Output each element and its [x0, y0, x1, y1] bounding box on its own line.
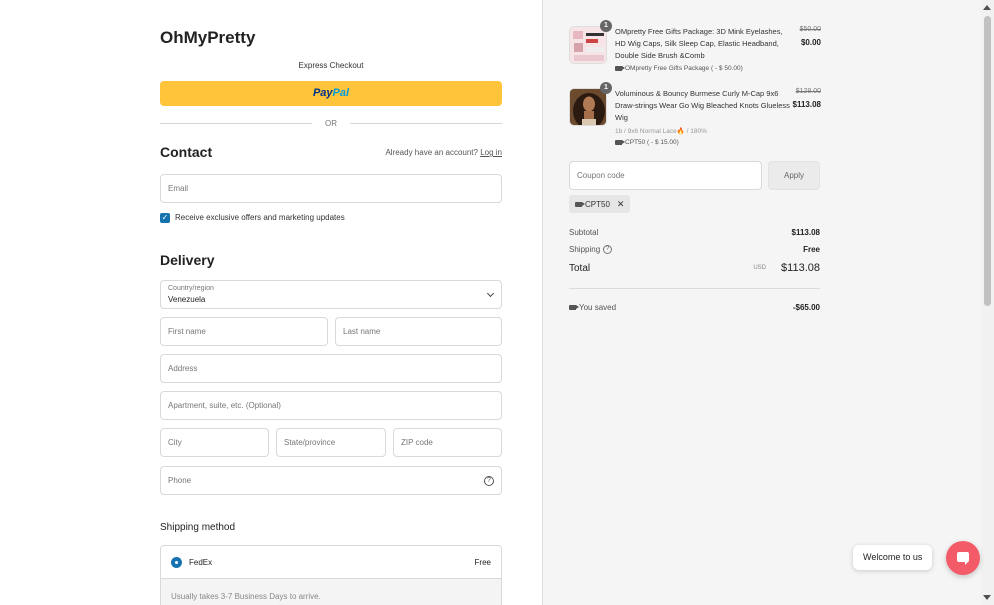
cart-item: 1 Voluminous & Bouncy Burmese Curly M-Ca…: [569, 82, 821, 148]
apartment-field[interactable]: Apartment, suite, etc. (Optional): [160, 391, 502, 420]
order-summary: 1 OMpretty Free Gifts Package: 3D Mink E…: [542, 0, 981, 605]
page-scrollbar[interactable]: [981, 0, 994, 605]
total-label: Total: [569, 263, 591, 274]
shipping-label: Shipping: [569, 245, 601, 254]
subtotal-row: Subtotal $113.08: [569, 228, 820, 237]
last-name-field[interactable]: Last name: [335, 317, 502, 346]
remove-coupon-icon[interactable]: ✕: [617, 199, 625, 209]
saved-label: You saved: [579, 303, 617, 312]
applied-coupon-code: CPT50: [585, 200, 610, 209]
divider-right: [350, 123, 502, 124]
item-price: $113.08: [792, 100, 821, 109]
login-link[interactable]: Log in: [480, 148, 502, 157]
item-old-price: $128.00: [795, 88, 821, 95]
scroll-down-icon[interactable]: [983, 595, 991, 600]
item-discount: CPT50 ( - $ 15.00): [615, 139, 679, 146]
subtotal-value: $113.08: [791, 228, 820, 237]
shipping-option-price: Free: [474, 558, 491, 567]
tag-icon: [569, 305, 579, 311]
shipping-method-box: FedEx Free Usually takes 3-7 Business Da…: [160, 545, 502, 605]
tag-icon: [615, 139, 625, 145]
radio-selected-icon[interactable]: [171, 557, 182, 568]
item-variant: 1b / 9x6 Normal Lace🔥 / 180%: [615, 128, 707, 135]
help-icon[interactable]: ?: [484, 476, 494, 486]
shipping-value: Free: [803, 245, 820, 254]
checkout-main: OhMyPretty Express Checkout PayPal OR Co…: [0, 0, 542, 605]
item-title: Voluminous & Bouncy Burmese Curly M-Cap …: [615, 89, 790, 122]
country-label: Country/region: [168, 285, 214, 292]
scroll-thumb[interactable]: [984, 16, 991, 306]
item-old-price: $50.00: [799, 26, 821, 33]
chat-welcome-bubble[interactable]: Welcome to us: [853, 545, 933, 570]
quantity-badge: 1: [600, 20, 612, 32]
phone-placeholder: Phone: [168, 476, 192, 485]
express-checkout-title: Express Checkout: [298, 61, 364, 70]
phone-field[interactable]: Phone ?: [160, 466, 502, 495]
quantity-badge: 1: [600, 82, 612, 94]
help-icon[interactable]: ?: [603, 245, 613, 255]
chat-launcher-button[interactable]: [946, 541, 980, 575]
summary-divider: [569, 288, 820, 289]
shipping-option-fedex[interactable]: FedEx Free: [161, 546, 501, 579]
zip-field[interactable]: ZIP code: [393, 428, 502, 457]
first-name-field[interactable]: First name: [160, 317, 328, 346]
paypal-logo-a: Pay: [312, 87, 333, 99]
login-prompt-text: Already have an account?: [385, 148, 478, 157]
saved-value: -$65.00: [792, 303, 820, 312]
country-select[interactable]: Country/region Venezuela: [160, 280, 502, 309]
currency-code: USD: [753, 265, 766, 271]
offers-label: Receive exclusive offers and marketing u…: [175, 213, 345, 222]
email-field[interactable]: Email: [160, 174, 502, 203]
product-image-wig: [569, 88, 607, 126]
saved-row: You saved -$65.00: [569, 303, 820, 312]
item-discount-text: CPT50 ( - $ 15.00): [625, 139, 679, 146]
contact-title: Contact: [160, 144, 213, 160]
item-price: $0.00: [800, 38, 821, 47]
tag-icon: [575, 202, 585, 208]
item-discount: OMpretty Free Gifts Package ( - $ 50.00): [615, 65, 743, 72]
country-value: Venezuela: [168, 295, 206, 304]
shipping-method-title: Shipping method: [160, 522, 236, 533]
brand-logo[interactable]: OhMyPretty: [160, 28, 255, 48]
item-discount-text: OMpretty Free Gifts Package ( - $ 50.00): [625, 65, 743, 72]
applied-coupon-chip: CPT50 ✕: [569, 195, 631, 213]
shipping-option-note: Usually takes 3-7 Business Days to arriv…: [171, 592, 321, 601]
login-prompt: Already have an account? Log in: [385, 148, 502, 157]
state-field[interactable]: State/province: [276, 428, 386, 457]
paypal-button[interactable]: PayPal: [160, 81, 502, 106]
total-value: $113.08: [781, 262, 820, 274]
offers-checkbox[interactable]: ✓: [160, 213, 170, 223]
delivery-title: Delivery: [160, 252, 215, 268]
paypal-logo-b: Pal: [332, 87, 350, 99]
item-title: OMpretty Free Gifts Package: 3D Mink Eye…: [615, 27, 783, 60]
shipping-row: Shipping? Free: [569, 245, 820, 255]
cart-item: 1 OMpretty Free Gifts Package: 3D Mink E…: [569, 20, 821, 76]
address-field[interactable]: Address: [160, 354, 502, 383]
chevron-down-icon: [486, 289, 495, 298]
coupon-input[interactable]: Coupon code: [569, 161, 762, 190]
shipping-option-name: FedEx: [189, 558, 213, 567]
city-field[interactable]: City: [160, 428, 269, 457]
scroll-up-icon[interactable]: [983, 5, 991, 10]
tag-icon: [615, 65, 625, 71]
apply-coupon-button[interactable]: Apply: [768, 161, 820, 190]
product-image-gifts: [569, 26, 607, 64]
subtotal-label: Subtotal: [569, 228, 599, 237]
